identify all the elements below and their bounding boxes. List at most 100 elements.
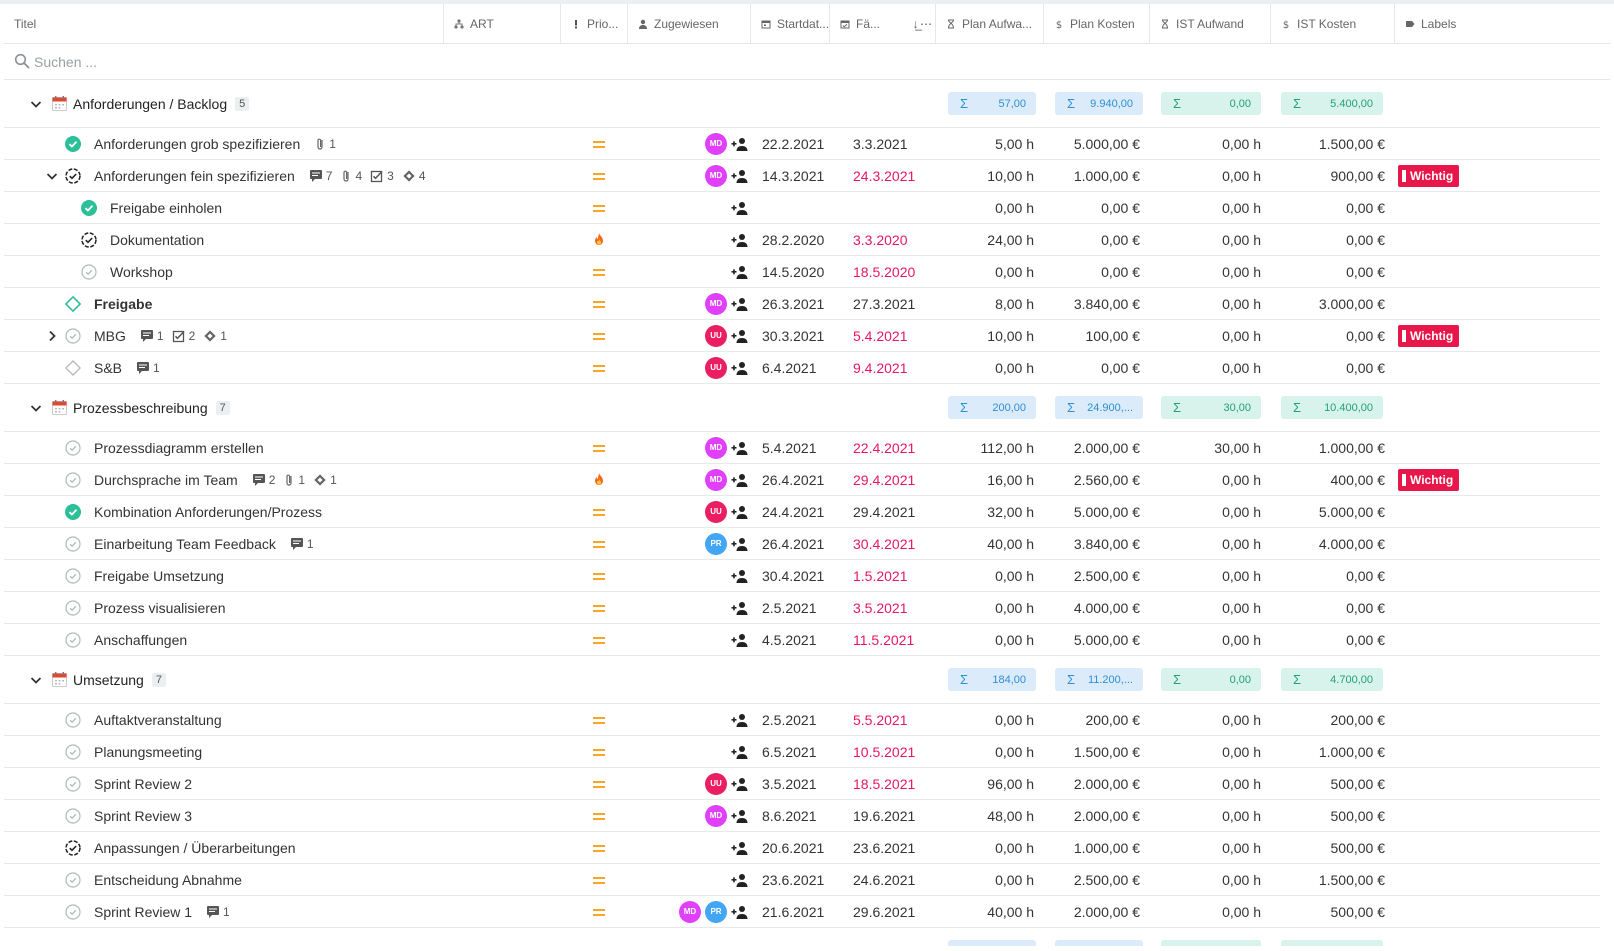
task-title-cell[interactable]: Anforderungen grob spezifizieren 1 xyxy=(94,128,344,159)
add-person-icon[interactable] xyxy=(731,568,749,584)
task-title-cell[interactable]: Planungsmeeting xyxy=(94,736,202,767)
avatar[interactable]: MD xyxy=(705,468,727,491)
due-date[interactable]: 30.4.2021 xyxy=(853,528,915,559)
ist-effort-value[interactable]: 0,00 h xyxy=(1222,128,1261,159)
due-date[interactable]: 27.3.2021 xyxy=(853,288,915,319)
due-date[interactable]: 9.4.2021 xyxy=(853,352,908,383)
add-person-icon[interactable] xyxy=(731,168,749,184)
ist-cost-value[interactable]: 1.000,00 € xyxy=(1319,736,1385,767)
add-person-icon[interactable] xyxy=(731,136,749,152)
task-title-cell[interactable]: Prozess visualisieren xyxy=(94,592,226,623)
table-row[interactable]: Durchsprache im Team 2 1 1 MD 26.4.2021 29.4.2… xyxy=(4,464,1600,496)
due-date[interactable]: 5.5.2021 xyxy=(853,704,908,735)
table-row[interactable]: Planungsmeeting 6.5.2021 10.5.2021 0,00 h 1.… xyxy=(4,736,1600,768)
plan-effort-value[interactable]: 0,00 h xyxy=(995,624,1034,655)
plan-effort-value[interactable]: 0,00 h xyxy=(995,560,1034,591)
priority-cell[interactable] xyxy=(589,256,609,287)
task-title-cell[interactable]: S&B 1 xyxy=(94,352,168,383)
priority-cell[interactable] xyxy=(589,704,609,735)
ist-effort-value[interactable]: 0,00 h xyxy=(1222,320,1261,351)
assignee-cell[interactable] xyxy=(731,192,749,223)
avatar[interactable]: UU xyxy=(705,324,727,347)
table-row[interactable]: Sprint Review 1 1 MD PR 21.6.2021 29.6.2021 40… xyxy=(4,896,1600,928)
task-title[interactable]: Anpassungen / Überarbeitungen xyxy=(94,840,296,856)
plan-effort-value[interactable]: 40,00 h xyxy=(987,528,1034,559)
open-check-icon[interactable] xyxy=(65,776,81,792)
due-date[interactable]: 29.4.2021 xyxy=(853,464,915,495)
plan-cost-value[interactable]: 4.000,00 € xyxy=(1074,592,1140,623)
open-check-icon[interactable] xyxy=(65,712,81,728)
add-person-icon[interactable] xyxy=(731,472,749,488)
table-row[interactable]: Sprint Review 2 UU 3.5.2021 18.5.2021 96,00 … xyxy=(4,768,1600,800)
task-title[interactable]: Dokumentation xyxy=(110,232,204,248)
due-date[interactable]: 10.5.2021 xyxy=(853,736,915,767)
task-title[interactable]: Entscheidung Abnahme xyxy=(94,872,242,888)
add-person-icon[interactable] xyxy=(731,328,749,344)
done-check-icon[interactable] xyxy=(65,136,81,152)
ist-effort-value[interactable]: 0,00 h xyxy=(1222,464,1261,495)
avatar[interactable]: MD xyxy=(705,164,727,187)
start-date[interactable]: 14.5.2020 xyxy=(762,256,824,287)
assignee-cell[interactable] xyxy=(731,624,749,655)
ist-effort-value[interactable]: 0,00 h xyxy=(1222,256,1261,287)
open-check-icon[interactable] xyxy=(81,264,97,280)
assignee-cell[interactable] xyxy=(731,560,749,591)
add-person-icon[interactable] xyxy=(731,808,749,824)
open-check-icon[interactable] xyxy=(65,808,81,824)
ist-effort-value[interactable]: 0,00 h xyxy=(1222,736,1261,767)
task-title[interactable]: Prozess visualisieren xyxy=(94,600,226,616)
add-person-icon[interactable] xyxy=(731,264,749,280)
sort-descending-icon[interactable]: ↓̲ ⋯ xyxy=(913,17,932,31)
task-title[interactable]: Freigabe einholen xyxy=(110,200,222,216)
ist-effort-value[interactable]: 0,00 h xyxy=(1222,624,1261,655)
ist-cost-value[interactable]: 1.500,00 € xyxy=(1319,128,1385,159)
plan-cost-value[interactable]: 2.500,00 € xyxy=(1074,864,1140,895)
priority-cell[interactable] xyxy=(589,864,609,895)
task-title-cell[interactable]: Anpassungen / Überarbeitungen xyxy=(94,832,296,863)
task-title-cell[interactable]: Durchsprache im Team 2 1 1 xyxy=(94,464,345,495)
priority-cell[interactable] xyxy=(589,128,609,159)
plan-cost-value[interactable]: 3.840,00 € xyxy=(1074,528,1140,559)
ist-cost-value[interactable]: 0,00 € xyxy=(1346,352,1385,383)
plan-cost-value[interactable]: 2.000,00 € xyxy=(1074,896,1140,927)
plan-effort-value[interactable]: 48,00 h xyxy=(987,800,1034,831)
ist-cost-value[interactable]: 5.000,00 € xyxy=(1319,496,1385,527)
start-date[interactable]: 22.2.2021 xyxy=(762,128,824,159)
priority-cell[interactable] xyxy=(589,496,609,527)
open-check-icon[interactable] xyxy=(65,632,81,648)
table-row[interactable]: Freigabe einholen 0,00 h 0,00 € 0,00 h 0,00 … xyxy=(4,192,1600,224)
task-title[interactable]: Workshop xyxy=(110,264,173,280)
ist-cost-value[interactable]: 500,00 € xyxy=(1331,800,1386,831)
in-progress-check-icon[interactable] xyxy=(81,232,97,248)
group-header-row[interactable]: Prozessbeschreibung 7 Σ 200,00 Σ 24.900,... Σ 3… xyxy=(4,384,1600,432)
plan-effort-value[interactable]: 112,00 h xyxy=(981,432,1034,463)
ist-cost-value[interactable]: 4.000,00 € xyxy=(1319,528,1385,559)
avatar[interactable]: PR xyxy=(705,532,727,555)
due-date[interactable]: 11.5.2021 xyxy=(853,624,914,655)
open-check-icon[interactable] xyxy=(65,904,81,920)
plan-cost-value[interactable]: 5.000,00 € xyxy=(1074,128,1140,159)
table-row[interactable]: MBG 1 2 1 UU 30.3.2021 5.4.2021 10,00 h 100,00 €… xyxy=(4,320,1600,352)
chevron-down-icon[interactable] xyxy=(30,98,42,110)
table-row[interactable]: Prozessdiagramm erstellen MD 5.4.2021 22.4.… xyxy=(4,432,1600,464)
avatar[interactable]: UU xyxy=(705,772,727,795)
column-header-start[interactable]: Startdat... xyxy=(751,4,830,44)
ist-cost-value[interactable]: 3.000,00 € xyxy=(1319,288,1385,319)
start-date[interactable]: 6.4.2021 xyxy=(762,352,817,383)
task-title-cell[interactable]: Freigabe einholen xyxy=(110,192,222,223)
open-check-icon[interactable] xyxy=(65,568,81,584)
ist-cost-value[interactable]: 500,00 € xyxy=(1331,832,1386,863)
column-header-labels[interactable]: Labels xyxy=(1395,4,1610,44)
ist-cost-value[interactable]: 0,00 € xyxy=(1346,320,1385,351)
start-date[interactable]: 8.6.2021 xyxy=(762,800,817,831)
add-person-icon[interactable] xyxy=(731,360,749,376)
chevron-right-icon[interactable] xyxy=(46,330,58,342)
search-input[interactable] xyxy=(34,50,434,74)
ist-cost-value[interactable]: 1.500,00 € xyxy=(1319,864,1385,895)
milestone-icon[interactable] xyxy=(65,360,81,376)
task-title-cell[interactable]: Einarbeitung Team Feedback 1 xyxy=(94,528,322,559)
plan-effort-value[interactable]: 32,00 h xyxy=(987,496,1034,527)
ist-effort-value[interactable]: 0,00 h xyxy=(1222,560,1261,591)
start-date[interactable]: 2.5.2021 xyxy=(762,592,817,623)
priority-cell[interactable] xyxy=(589,528,609,559)
